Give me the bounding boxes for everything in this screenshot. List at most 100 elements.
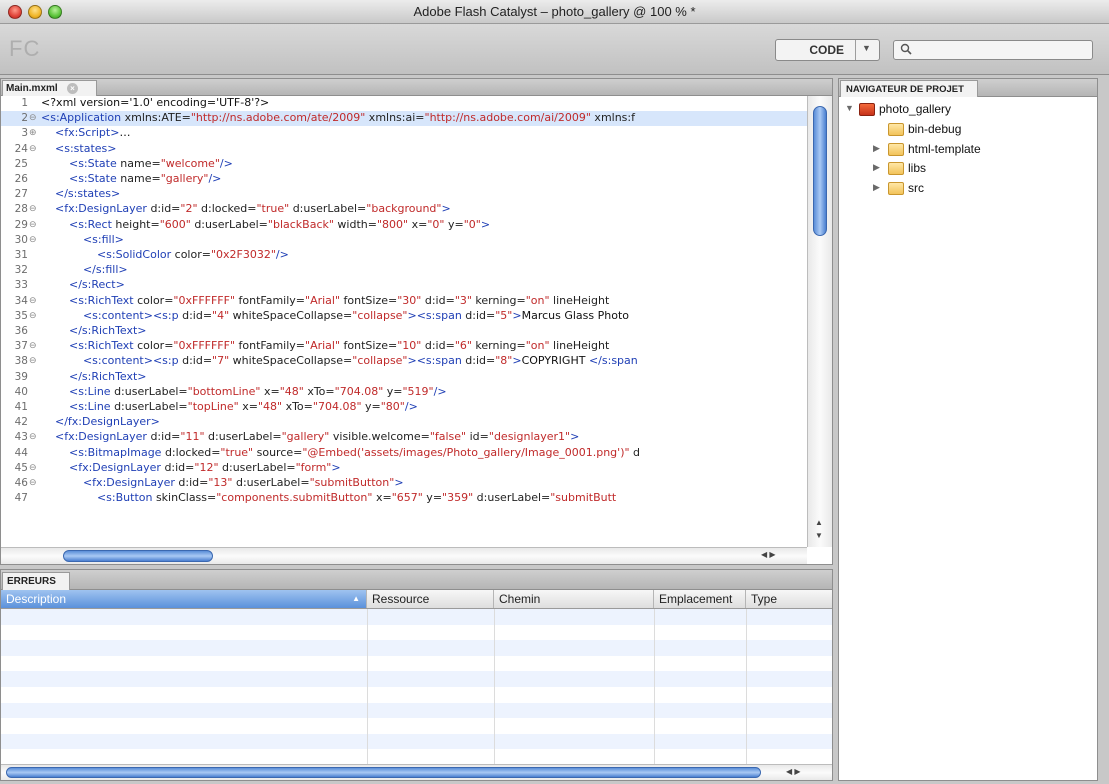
chevron-down-icon[interactable]: ▼ xyxy=(862,43,871,53)
code-line[interactable]: 37 ⊖ <s:RichText color="0xFFFFFF" fontFam… xyxy=(1,339,807,354)
disclosure-collapsed-icon[interactable]: ▶ xyxy=(873,143,880,154)
disclosure-expanded-icon[interactable]: ▼ xyxy=(845,103,854,113)
code-line[interactable]: 24 ⊖ <s:states> xyxy=(1,142,807,157)
code-line[interactable]: 26 <s:State name="gallery"/> xyxy=(1,172,807,187)
code-line[interactable]: 32 </s:fill> xyxy=(1,263,807,278)
fold-toggle-icon[interactable]: ⊖ xyxy=(29,233,39,248)
project-icon xyxy=(859,103,875,116)
code-line[interactable]: 36 </s:RichText> xyxy=(1,324,807,339)
editor-tab-bar: Main.mxml × xyxy=(1,79,832,96)
code-line[interactable]: 41 <s:Line d:userLabel="topLine" x="48" … xyxy=(1,400,807,415)
code-line[interactable]: 43 ⊖ <fx:DesignLayer d:id="11" d:userLabe… xyxy=(1,430,807,445)
scroll-up-arrow-icon[interactable]: ▲ xyxy=(815,518,823,527)
code-line[interactable]: 34 ⊖ <s:RichText color="0xFFFFFF" fontFam… xyxy=(1,294,807,309)
code-line[interactable]: 1 <?xml version='1.0' encoding='UTF-8'?> xyxy=(1,96,807,111)
column-header-description[interactable]: Description ▲ xyxy=(1,590,367,608)
fold-toggle-icon[interactable]: ⊖ xyxy=(29,354,39,369)
table-row[interactable] xyxy=(1,625,832,641)
scroll-down-arrow-icon[interactable]: ▼ xyxy=(815,531,823,540)
code-line[interactable]: 47 <s:Button skinClass="components.submi… xyxy=(1,491,807,506)
column-header-path[interactable]: Chemin xyxy=(494,590,654,608)
fold-toggle-icon[interactable]: ⊖ xyxy=(29,111,39,126)
table-row[interactable] xyxy=(1,609,832,625)
code-token: COPYRIGHT xyxy=(521,354,589,368)
code-line[interactable]: 28 ⊖ <fx:DesignLayer d:id="2" d:locked="t… xyxy=(1,202,807,217)
code-line[interactable]: 29 ⊖ <s:Rect height="600" d:userLabel="bl… xyxy=(1,218,807,233)
table-row[interactable] xyxy=(1,640,832,656)
code-line[interactable]: 40 <s:Line d:userLabel="bottomLine" x="4… xyxy=(1,385,807,400)
tree-item-folder[interactable]: bin-debug xyxy=(867,121,1087,139)
vertical-scroll-thumb[interactable] xyxy=(813,106,827,236)
code-line[interactable]: 38 ⊖ <s:content><s:p d:id="7" whiteSpaceC… xyxy=(1,354,807,369)
column-header-location[interactable]: Emplacement xyxy=(654,590,746,608)
code-token: "welcome" xyxy=(160,156,220,170)
disclosure-collapsed-icon[interactable]: ▶ xyxy=(873,182,880,193)
code-line[interactable]: 39 </s:RichText> xyxy=(1,370,807,385)
fold-toggle-icon[interactable]: ⊖ xyxy=(29,218,39,233)
code-token: "704.08" xyxy=(312,400,362,413)
fold-toggle-icon[interactable]: ⊖ xyxy=(29,476,39,491)
tab-project-navigator[interactable]: NAVIGATEUR DE PROJET xyxy=(840,80,978,97)
close-tab-icon[interactable]: × xyxy=(67,83,78,94)
table-row[interactable] xyxy=(1,687,832,703)
tree-item-folder[interactable]: ▶ html-template xyxy=(867,141,1087,159)
table-row[interactable] xyxy=(1,749,832,765)
tree-item-folder[interactable]: ▶ src xyxy=(867,180,1087,198)
editor-horizontal-scrollbar[interactable]: ◀ ▶ xyxy=(1,547,807,564)
fold-toggle-icon[interactable]: ⊖ xyxy=(29,142,39,157)
code-token: > xyxy=(512,308,522,322)
line-number: 2 xyxy=(21,112,28,125)
table-row[interactable] xyxy=(1,733,832,750)
fold-toggle-icon[interactable]: ⊖ xyxy=(29,430,39,445)
table-row[interactable] xyxy=(1,656,832,672)
errors-scroll-arrows[interactable]: ◀ ▶ xyxy=(786,767,826,776)
code-line[interactable]: 45 ⊖ <fx:DesignLayer d:id="12" d:userLabe… xyxy=(1,461,807,476)
errors-horizontal-scrollbar[interactable]: ◀ ▶ xyxy=(1,764,832,780)
code-token: <s:BitmapImage xyxy=(68,445,165,459)
table-row[interactable] xyxy=(1,671,832,687)
code-line[interactable]: 2 ⊖ <s:Application xmlns:ATE="http://ns.ad… xyxy=(1,111,807,126)
tree-item-folder[interactable]: ▶ libs xyxy=(867,160,1087,178)
horizontal-scroll-thumb[interactable] xyxy=(63,550,213,562)
editor-vertical-scrollbar[interactable]: ▲ ▼ xyxy=(807,96,832,547)
tab-errors[interactable]: ERREURS xyxy=(2,572,70,590)
code-line[interactable]: 3 ⊕ <fx:Script>… xyxy=(1,126,807,141)
table-row[interactable] xyxy=(1,702,832,719)
fold-toggle-icon[interactable]: ⊖ xyxy=(29,461,39,476)
disclosure-collapsed-icon[interactable]: ▶ xyxy=(873,162,880,173)
search-box[interactable] xyxy=(893,40,1093,60)
code-line[interactable]: 25 <s:State name="welcome"/> xyxy=(1,157,807,172)
code-token: "collapse" xyxy=(352,354,408,368)
fold-toggle-icon[interactable]: ⊕ xyxy=(29,126,39,141)
code-line[interactable]: 30 ⊖ <s:fill> xyxy=(1,233,807,248)
code-line[interactable]: 31 <s:SolidColor color="0x2F3032"/> xyxy=(1,248,807,263)
search-input[interactable] xyxy=(916,42,1088,58)
tree-item-project[interactable]: ▼ photo_gallery xyxy=(845,101,1085,119)
table-row[interactable] xyxy=(1,718,832,734)
tab-main-mxml[interactable]: Main.mxml × xyxy=(2,80,97,96)
column-header-resource[interactable]: Ressource xyxy=(367,590,494,608)
code-line[interactable]: 33 </s:Rect> xyxy=(1,278,807,293)
fold-toggle-icon[interactable]: ⊖ xyxy=(29,294,39,309)
code-token: x= xyxy=(238,400,258,413)
workspace-mode-select[interactable]: CODE ▼ xyxy=(775,39,880,61)
horizontal-scroll-arrows[interactable]: ◀ ▶ xyxy=(761,550,801,559)
code-token: "3" xyxy=(454,293,472,307)
line-text: <s:SolidColor color="0x2F3032"/> xyxy=(41,248,807,263)
code-token: "collapse" xyxy=(352,308,408,322)
code-line[interactable]: 35 ⊖ <s:content><s:p d:id="4" whiteSpaceC… xyxy=(1,309,807,324)
code-token: <fx:Script> xyxy=(55,126,120,140)
fold-toggle-icon[interactable]: ⊖ xyxy=(29,339,39,354)
code-line[interactable]: 44 <s:BitmapImage d:locked="true" source… xyxy=(1,446,807,461)
code-line[interactable]: 46 ⊖ <fx:DesignLayer d:id="13" d:userLabe… xyxy=(1,476,807,491)
code-token: d:id= xyxy=(421,339,455,353)
errors-scroll-thumb[interactable] xyxy=(6,767,761,778)
code-token: "48" xyxy=(257,400,283,413)
fold-toggle-icon[interactable]: ⊖ xyxy=(29,202,39,217)
code-line[interactable]: 42 </fx:DesignLayer> xyxy=(1,415,807,430)
fold-toggle-icon[interactable]: ⊖ xyxy=(29,309,39,324)
code-token: /> xyxy=(404,400,418,413)
code-line[interactable]: 27 </s:states> xyxy=(1,187,807,202)
column-header-type[interactable]: Type xyxy=(746,590,832,608)
code-area[interactable]: 1 <?xml version='1.0' encoding='UTF-8'?> 2… xyxy=(1,96,807,547)
